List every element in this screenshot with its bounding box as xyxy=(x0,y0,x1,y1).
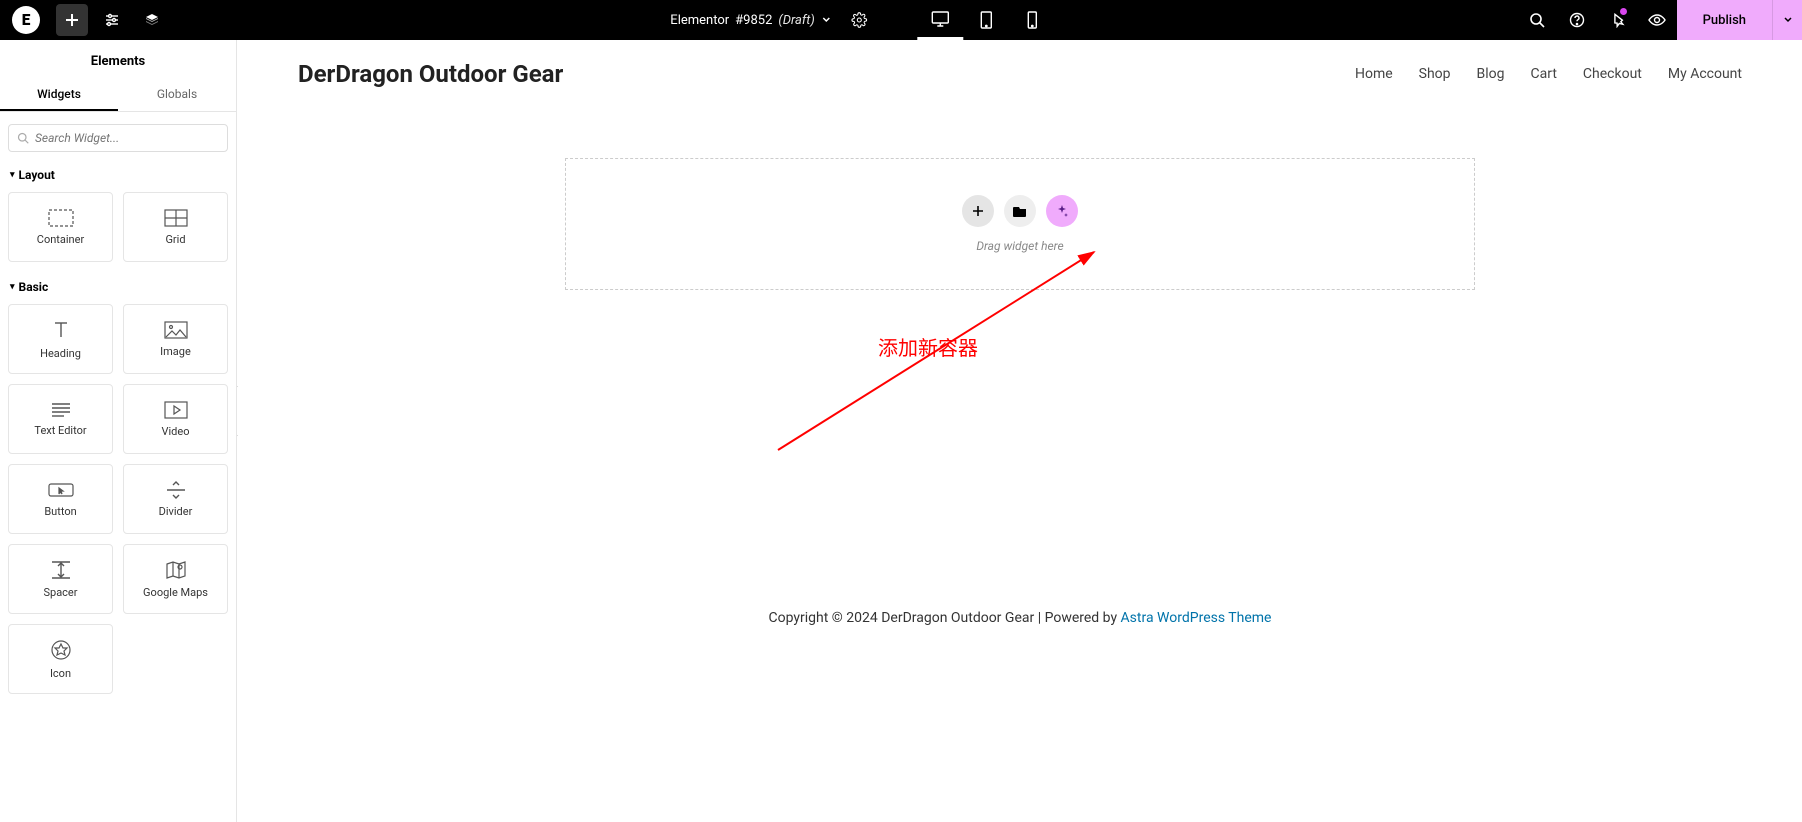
editor-canvas: DerDragon Outdoor Gear Home Shop Blog Ca… xyxy=(238,40,1802,822)
empty-section-dropzone[interactable]: Drag widget here xyxy=(565,158,1475,290)
widget-google-maps[interactable]: Google Maps xyxy=(123,544,228,614)
widget-label: Spacer xyxy=(43,586,77,599)
widget-label: Button xyxy=(44,505,76,518)
footer-text: Copyright © 2024 DerDragon Outdoor Gear … xyxy=(769,610,1121,626)
widget-text-editor[interactable]: Text Editor xyxy=(8,384,113,454)
widget-container[interactable]: Container xyxy=(8,192,113,262)
site-settings-button[interactable] xyxy=(96,4,128,36)
image-icon xyxy=(164,321,188,339)
footer-theme-link[interactable]: Astra WordPress Theme xyxy=(1121,610,1272,626)
heading-icon xyxy=(50,319,72,341)
widget-button[interactable]: Button xyxy=(8,464,113,534)
section-layout[interactable]: Layout xyxy=(0,164,236,184)
nav-item-shop[interactable]: Shop xyxy=(1419,66,1451,82)
device-tablet[interactable] xyxy=(963,0,1009,40)
doc-title-prefix: Elementor xyxy=(670,13,729,28)
widget-label: Text Editor xyxy=(34,424,86,437)
search-icon xyxy=(17,132,29,144)
widget-label: Google Maps xyxy=(143,586,208,599)
add-template-button[interactable] xyxy=(1004,195,1036,227)
site-title[interactable]: DerDragon Outdoor Gear xyxy=(298,60,563,88)
finder-button[interactable] xyxy=(1517,0,1557,40)
layout-widgets-grid: Container Grid xyxy=(0,184,236,276)
responsive-devices xyxy=(917,0,1055,40)
map-icon xyxy=(165,560,187,580)
divider-icon xyxy=(165,481,187,499)
button-icon xyxy=(48,481,74,499)
topbar-center: Elementor #9852 (Draft) xyxy=(670,0,1055,40)
search-widget-box[interactable] xyxy=(8,124,228,152)
publish-button[interactable]: Publish xyxy=(1677,0,1772,40)
widget-label: Icon xyxy=(50,667,71,680)
grid-icon xyxy=(164,209,188,227)
widget-label: Heading xyxy=(40,347,81,360)
notification-dot-icon xyxy=(1620,8,1627,15)
add-element-button[interactable] xyxy=(56,4,88,36)
doc-status: (Draft) xyxy=(778,13,814,28)
video-icon xyxy=(164,401,188,419)
widget-image[interactable]: Image xyxy=(123,304,228,374)
widget-video[interactable]: Video xyxy=(123,384,228,454)
nav-item-account[interactable]: My Account xyxy=(1668,66,1742,82)
widget-label: Image xyxy=(160,345,191,358)
widget-label: Video xyxy=(162,425,190,438)
container-icon xyxy=(48,209,74,227)
widget-label: Divider xyxy=(159,505,193,518)
nav-item-cart[interactable]: Cart xyxy=(1531,66,1557,82)
structure-button[interactable] xyxy=(136,4,168,36)
section-basic[interactable]: Basic xyxy=(0,276,236,296)
text-editor-icon xyxy=(50,402,72,418)
star-icon xyxy=(50,639,72,661)
basic-widgets-grid: Heading Image Text Editor Video Button xyxy=(0,296,236,708)
widget-heading[interactable]: Heading xyxy=(8,304,113,374)
topbar-right: Publish xyxy=(1517,0,1802,40)
site-nav: Home Shop Blog Cart Checkout My Account xyxy=(1355,66,1742,82)
tab-globals[interactable]: Globals xyxy=(118,79,236,111)
widget-icon[interactable]: Icon xyxy=(8,624,113,694)
widget-divider[interactable]: Divider xyxy=(123,464,228,534)
dropzone-actions xyxy=(586,195,1454,227)
topbar-left: E xyxy=(0,0,172,40)
help-button[interactable] xyxy=(1557,0,1597,40)
search-input[interactable] xyxy=(35,131,219,145)
publish-label: Publish xyxy=(1703,13,1746,28)
spacer-icon xyxy=(50,560,72,580)
chevron-down-icon xyxy=(821,15,831,25)
add-container-button[interactable] xyxy=(962,195,994,227)
site-header: DerDragon Outdoor Gear Home Shop Blog Ca… xyxy=(238,40,1802,108)
ai-generate-button[interactable] xyxy=(1046,195,1078,227)
notifications-button[interactable] xyxy=(1597,0,1637,40)
top-bar: E Elementor #9852 (Draft) xyxy=(0,0,1802,40)
widget-grid[interactable]: Grid xyxy=(123,192,228,262)
widget-label: Container xyxy=(37,233,84,246)
elementor-logo-glyph: E xyxy=(22,11,31,29)
dropzone-hint: Drag widget here xyxy=(586,239,1454,253)
device-mobile[interactable] xyxy=(1009,0,1055,40)
nav-item-blog[interactable]: Blog xyxy=(1477,66,1505,82)
panel-tabs: Widgets Globals xyxy=(0,79,236,112)
device-desktop[interactable] xyxy=(917,0,963,40)
document-title[interactable]: Elementor #9852 (Draft) xyxy=(670,13,831,28)
panel-title: Elements xyxy=(0,40,236,79)
annotation-text: 添加新容器 xyxy=(878,332,978,361)
page-settings-button[interactable] xyxy=(843,4,875,36)
preview-button[interactable] xyxy=(1637,0,1677,40)
tab-widgets[interactable]: Widgets xyxy=(0,79,118,111)
site-footer: Copyright © 2024 DerDragon Outdoor Gear … xyxy=(238,330,1802,626)
publish-options-button[interactable] xyxy=(1772,0,1802,40)
elements-panel: Elements Widgets Globals Layout Containe… xyxy=(0,40,237,822)
nav-item-checkout[interactable]: Checkout xyxy=(1583,66,1642,82)
doc-title-number: #9852 xyxy=(735,13,772,28)
widget-spacer[interactable]: Spacer xyxy=(8,544,113,614)
nav-item-home[interactable]: Home xyxy=(1355,66,1393,82)
elementor-logo[interactable]: E xyxy=(12,6,40,34)
widget-label: Grid xyxy=(165,233,185,246)
